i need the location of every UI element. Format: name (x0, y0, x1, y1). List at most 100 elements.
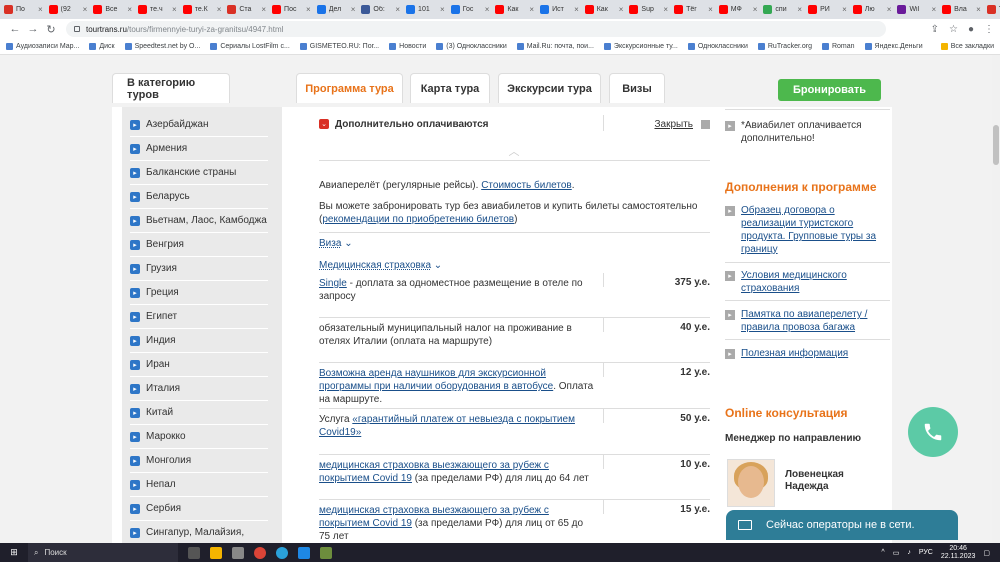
tab-excursions[interactable]: Экскурсии тура (498, 73, 601, 103)
file-explorer-icon[interactable] (210, 546, 222, 559)
close-icon[interactable]: × (842, 5, 847, 14)
country-link[interactable]: ▸ Греция (130, 281, 268, 305)
bookmark-item[interactable]: Speedtest.net by O... (124, 43, 200, 50)
browser-tab[interactable]: Все × (89, 0, 134, 19)
star-icon[interactable]: ☆ (949, 24, 958, 35)
close-icon[interactable]: × (440, 5, 445, 14)
call-button[interactable] (908, 407, 958, 457)
browser-tab[interactable]: Как × (491, 0, 536, 19)
share-icon[interactable]: ⇪ (931, 24, 939, 35)
close-link[interactable]: Закрыть (654, 119, 693, 130)
volume-icon[interactable]: ♪ (907, 549, 911, 556)
chat-widget[interactable]: Сейчас операторы не в сети. (726, 510, 958, 540)
browser-tab[interactable]: те.ч × (134, 0, 179, 19)
ticket-recommendations-link[interactable]: рекомендации по приобретению билетов (322, 214, 514, 225)
bookmark-item[interactable]: Сериалы LostFilm с... (210, 43, 290, 50)
browser-tab[interactable]: По × (0, 0, 45, 19)
notification-icon[interactable]: ▢ (983, 549, 990, 557)
country-link[interactable]: ▸ Италия (130, 377, 268, 401)
language-indicator[interactable]: РУС (919, 549, 933, 556)
close-icon[interactable]: × (38, 5, 43, 14)
scrollbar-thumb[interactable] (993, 125, 999, 165)
country-link[interactable]: ▸ Сербия (130, 497, 268, 521)
bookmark-item[interactable]: Яндекс.Деньги (864, 43, 923, 50)
back-icon[interactable]: ← (6, 23, 24, 35)
country-link[interactable]: ▸ Индия (130, 329, 268, 353)
close-icon[interactable]: × (976, 5, 981, 14)
app-icon[interactable] (320, 546, 332, 559)
bookmark-item[interactable]: Аудиозаписи Мар... (6, 43, 79, 50)
close-icon[interactable]: × (127, 5, 132, 14)
price-item-link[interactable]: «гарантийный платеж от невыезда с покрыт… (319, 414, 575, 438)
browser-tab[interactable]: РИ × (804, 0, 849, 19)
close-icon[interactable]: × (217, 5, 222, 14)
mail-icon[interactable] (298, 546, 310, 559)
baggage-memo-link[interactable]: ▸ Памятка по авиаперелету / правила прово… (725, 308, 890, 334)
chevron-up-icon[interactable]: ︿ (507, 147, 521, 158)
collapse-icon[interactable] (701, 119, 710, 129)
browser-tab[interactable]: Ист × (536, 0, 581, 19)
useful-info-link[interactable]: ▸ Полезная информация (725, 347, 890, 360)
country-link[interactable]: ▸ Китай (130, 401, 268, 425)
country-link[interactable]: ▸ Марокко (130, 425, 268, 449)
country-link[interactable]: ▸ Азербайджан (130, 113, 268, 137)
close-icon[interactable]: × (619, 5, 624, 14)
taskbar-search[interactable]: ⌕ Поиск (28, 543, 178, 562)
menu-icon[interactable]: ⋮ (984, 24, 994, 35)
page-scrollbar[interactable] (992, 55, 1000, 543)
telegram-icon[interactable] (276, 546, 288, 559)
browser-tab[interactable]: Ста × (223, 0, 268, 19)
browser-tab[interactable]: Tёr × (670, 0, 715, 19)
bookmark-item[interactable]: Новости (389, 43, 426, 50)
browser-tab[interactable]: Об: × (357, 0, 402, 19)
bookmark-item[interactable]: Roman (821, 43, 855, 50)
close-icon[interactable]: × (261, 5, 266, 14)
country-link[interactable]: ▸ Сингапур, Малайзия, (130, 521, 268, 543)
task-view-icon[interactable] (188, 546, 200, 559)
close-icon[interactable]: × (351, 5, 356, 14)
close-icon[interactable]: × (529, 5, 534, 14)
bookmark-item[interactable]: Mail.Ru: почта, пои... (516, 43, 594, 50)
bookmark-item[interactable]: Диск (89, 43, 115, 50)
close-icon[interactable]: × (797, 5, 802, 14)
browser-tab[interactable]: Гос × (447, 0, 492, 19)
browser-tab[interactable]: (92 × (45, 0, 90, 19)
contract-sample-link[interactable]: ▸ Образец договора о реализации туристско… (725, 204, 890, 256)
country-link[interactable]: ▸ Венгрия (130, 233, 268, 257)
bookmark-item[interactable]: GISMETEO.RU: Пог... (299, 43, 379, 50)
reload-icon[interactable]: ↻ (42, 23, 60, 36)
insurance-toggle[interactable]: Медицинская страховка ⌄ (319, 259, 710, 272)
chevron-down-icon[interactable]: ⌄ (319, 119, 329, 129)
network-icon[interactable]: ▭ (893, 549, 900, 557)
tab-program[interactable]: Программа тура (296, 73, 403, 103)
close-icon[interactable]: × (753, 5, 758, 14)
country-link[interactable]: ▸ Египет (130, 305, 268, 329)
forward-icon[interactable]: → (24, 23, 42, 35)
browser-tab[interactable]: спи × (759, 0, 804, 19)
bookmark-item[interactable]: Одноклассники (687, 43, 748, 50)
clock[interactable]: 20:46 22.11.2023 (941, 545, 976, 561)
country-link[interactable]: ▸ Непал (130, 473, 268, 497)
browser-tab[interactable]: Тих× (983, 0, 1000, 19)
close-icon[interactable]: × (887, 5, 892, 14)
browser-tab[interactable]: Лю × (849, 0, 894, 19)
bookmark-item[interactable]: (3) Одноклассники (436, 43, 507, 50)
insurance-terms-link[interactable]: ▸ Условия медицинского страхования (725, 269, 890, 295)
country-link[interactable]: ▸ Армения (130, 137, 268, 161)
browser-tab[interactable]: Как × (581, 0, 626, 19)
tab-map[interactable]: Карта тура (410, 73, 490, 103)
chevron-up-icon[interactable]: ^ (881, 549, 884, 556)
browser-tab[interactable]: Пос × (268, 0, 313, 19)
browser-tab[interactable]: Wil × (893, 0, 938, 19)
tab-visas[interactable]: Визы (609, 73, 665, 103)
close-icon[interactable]: × (83, 5, 88, 14)
price-item-link[interactable]: Возможна аренда наушников для экскурсион… (319, 368, 553, 392)
app-icon[interactable] (232, 546, 244, 559)
profile-icon[interactable]: ● (968, 24, 974, 35)
browser-tab[interactable]: Дел × (313, 0, 358, 19)
country-link[interactable]: ▸ Беларусь (130, 185, 268, 209)
country-link[interactable]: ▸ Иран (130, 353, 268, 377)
chrome-icon[interactable] (254, 546, 266, 559)
collapse-bar[interactable]: ︿ (319, 147, 710, 161)
close-icon[interactable]: × (663, 5, 668, 14)
